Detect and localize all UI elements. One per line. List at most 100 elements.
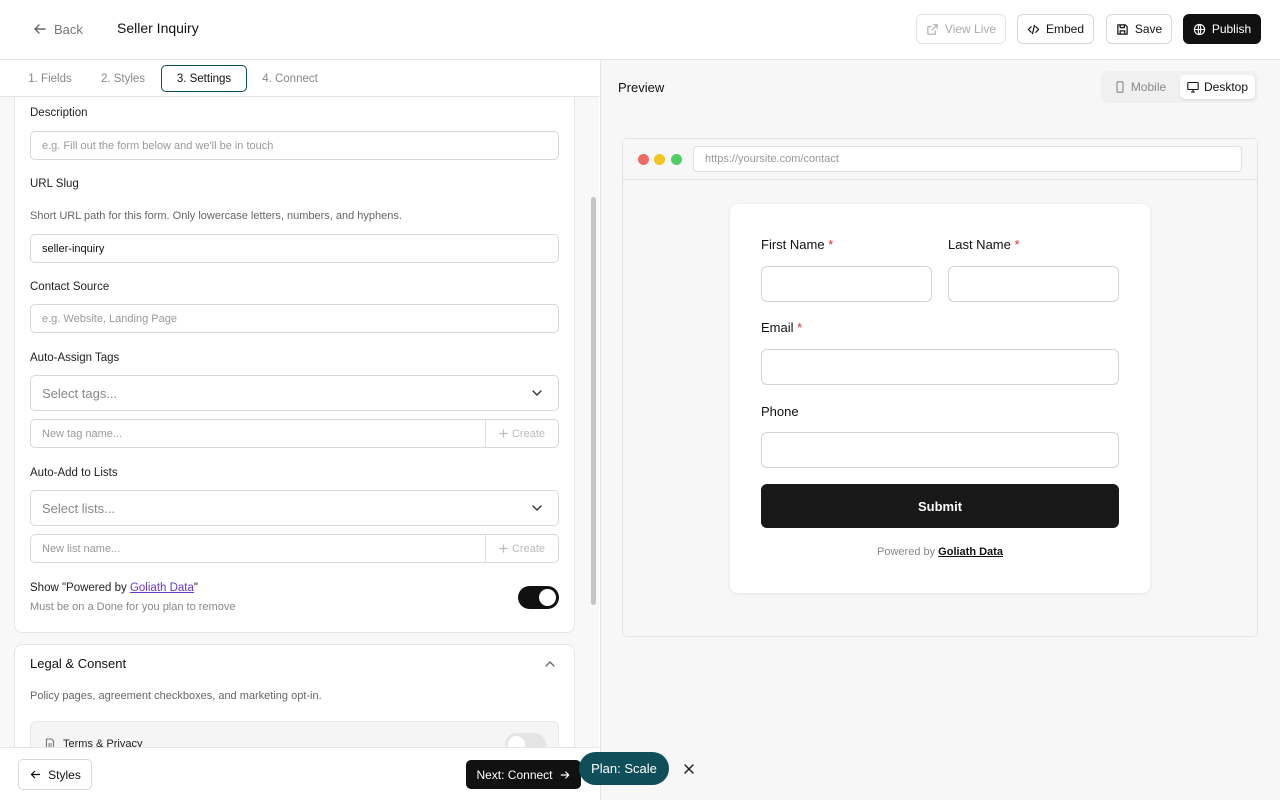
first-name-input[interactable] bbox=[761, 266, 932, 302]
smartphone-icon bbox=[1114, 81, 1126, 93]
close-icon[interactable] bbox=[681, 761, 697, 777]
description-input[interactable]: e.g. Fill out the form below and we'll b… bbox=[30, 131, 559, 160]
back-button[interactable]: Back bbox=[32, 18, 83, 40]
required-mark: * bbox=[797, 320, 803, 335]
save-icon bbox=[1116, 23, 1129, 36]
window-close-dot bbox=[638, 154, 649, 165]
plus-icon bbox=[499, 544, 508, 553]
desktop-toggle[interactable]: Desktop bbox=[1180, 75, 1255, 99]
save-button[interactable]: Save bbox=[1106, 14, 1172, 44]
view-live-label: View Live bbox=[944, 22, 997, 36]
next-label: Next: Connect bbox=[476, 767, 553, 782]
tab-styles[interactable]: 2. Styles bbox=[94, 65, 152, 92]
preview-title: Preview bbox=[618, 80, 665, 95]
save-label: Save bbox=[1134, 22, 1163, 36]
styles-label: Styles bbox=[48, 767, 81, 782]
url-slug-input[interactable]: seller-inquiry bbox=[30, 234, 559, 263]
email-label: Email * bbox=[761, 320, 802, 335]
tags-select-placeholder: Select tags... bbox=[42, 385, 118, 401]
last-name-label-text: Last Name bbox=[948, 237, 1011, 252]
powered-prefix: Powered by bbox=[877, 546, 936, 558]
first-name-label: First Name * bbox=[761, 237, 833, 252]
browser-url-bar: https://yoursite.com/contact bbox=[693, 146, 1242, 172]
globe-icon bbox=[1193, 23, 1206, 36]
tab-settings[interactable]: 3. Settings bbox=[161, 65, 247, 92]
step-tabs: 1. Fields 2. Styles 3. Settings 4. Conne… bbox=[0, 60, 599, 97]
new-list-input[interactable]: New list name... bbox=[31, 535, 485, 562]
document-icon bbox=[44, 738, 56, 747]
arrow-left-icon bbox=[29, 768, 42, 781]
form-preview-card bbox=[730, 204, 1150, 593]
create-tag-label: Create bbox=[511, 427, 546, 440]
window-minimize-dot bbox=[654, 154, 665, 165]
submit-button[interactable]: Submit bbox=[761, 484, 1119, 528]
lists-select[interactable]: Select lists... bbox=[30, 490, 559, 526]
settings-panel: Description e.g. Fill out the form below… bbox=[0, 97, 599, 747]
new-list-combo: New list name... Create bbox=[30, 534, 559, 563]
email-label-text: Email bbox=[761, 320, 794, 335]
next-connect-button[interactable]: Next: Connect bbox=[466, 760, 581, 789]
auto-add-lists-label: Auto-Add to Lists bbox=[30, 467, 118, 479]
goliath-data-brand-link[interactable]: Goliath Data bbox=[938, 546, 1003, 558]
last-name-label: Last Name * bbox=[948, 237, 1020, 252]
mobile-toggle[interactable]: Mobile bbox=[1105, 75, 1175, 99]
embed-label: Embed bbox=[1045, 22, 1085, 36]
tab-connect[interactable]: 4. Connect bbox=[255, 65, 325, 92]
phone-label: Phone bbox=[761, 404, 799, 419]
legal-description: Policy pages, agreement checkboxes, and … bbox=[30, 690, 322, 702]
publish-button[interactable]: Publish bbox=[1183, 14, 1261, 44]
chevron-down-icon bbox=[530, 501, 544, 515]
new-tag-combo: New tag name... Create bbox=[30, 419, 559, 448]
embed-button[interactable]: Embed bbox=[1017, 14, 1094, 44]
contact-source-input[interactable]: e.g. Website, Landing Page bbox=[30, 304, 559, 333]
code-icon bbox=[1027, 23, 1040, 36]
email-input[interactable] bbox=[761, 349, 1119, 385]
chevron-up-icon[interactable] bbox=[543, 657, 557, 671]
tags-select[interactable]: Select tags... bbox=[30, 375, 559, 411]
contact-source-label: Contact Source bbox=[30, 281, 110, 293]
plus-icon bbox=[499, 429, 508, 438]
first-name-label-text: First Name bbox=[761, 237, 825, 252]
toggle-knob bbox=[539, 589, 556, 606]
tab-fields[interactable]: 1. Fields bbox=[22, 65, 78, 92]
create-tag-button[interactable]: Create bbox=[485, 420, 558, 447]
plan-badge[interactable]: Plan: Scale bbox=[579, 752, 669, 785]
phone-input[interactable] bbox=[761, 432, 1119, 468]
powered-by-label-prefix: Show "Powered by bbox=[30, 582, 130, 594]
window-maximize-dot bbox=[671, 154, 682, 165]
arrow-right-icon bbox=[559, 769, 571, 781]
url-slug-label: URL Slug bbox=[30, 178, 79, 190]
description-label: Description bbox=[30, 107, 88, 119]
terms-toggle[interactable] bbox=[505, 733, 546, 747]
last-name-input[interactable] bbox=[948, 266, 1119, 302]
lists-select-placeholder: Select lists... bbox=[42, 500, 115, 516]
powered-by-label-suffix: " bbox=[193, 582, 198, 594]
settings-scrollbar[interactable] bbox=[591, 197, 596, 605]
desktop-label: Desktop bbox=[1203, 80, 1249, 94]
powered-by-hint: Must be on a Done for you plan to remove bbox=[30, 601, 236, 613]
auto-assign-tags-label: Auto-Assign Tags bbox=[30, 352, 120, 364]
toggle-knob bbox=[508, 736, 525, 747]
goliath-data-link[interactable]: Goliath Data bbox=[130, 582, 194, 594]
terms-label: Terms & Privacy bbox=[63, 738, 143, 747]
page-title: Seller Inquiry bbox=[117, 20, 199, 36]
new-tag-input[interactable]: New tag name... bbox=[31, 420, 485, 447]
create-list-button[interactable]: Create bbox=[485, 535, 558, 562]
url-slug-hint: Short URL path for this form. Only lower… bbox=[30, 210, 402, 222]
chevron-down-icon bbox=[530, 386, 544, 400]
view-live-button[interactable]: View Live bbox=[916, 14, 1006, 44]
required-mark: * bbox=[828, 237, 834, 252]
mobile-label: Mobile bbox=[1130, 80, 1167, 94]
arrow-left-icon bbox=[32, 21, 48, 37]
powered-by-toggle[interactable] bbox=[518, 586, 559, 609]
monitor-icon bbox=[1187, 81, 1199, 93]
required-mark: * bbox=[1014, 237, 1020, 252]
back-to-styles-button[interactable]: Styles bbox=[18, 759, 92, 790]
create-list-label: Create bbox=[511, 542, 546, 555]
external-link-icon bbox=[926, 23, 939, 36]
publish-label: Publish bbox=[1211, 22, 1252, 36]
legal-title[interactable]: Legal & Consent bbox=[30, 656, 126, 671]
powered-by-footer: Powered by Goliath Data bbox=[730, 546, 1150, 558]
back-label: Back bbox=[54, 21, 83, 37]
powered-by-label: Show "Powered by Goliath Data" bbox=[30, 582, 198, 594]
